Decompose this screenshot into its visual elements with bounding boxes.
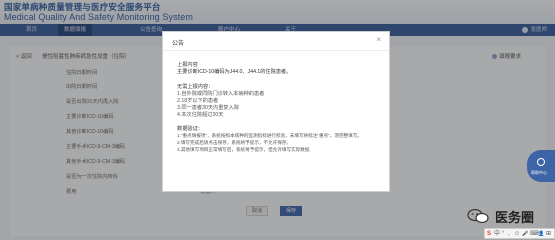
ime-user-icon[interactable]: 👤 (538, 230, 544, 238)
modal-header: 公告 × (163, 32, 389, 51)
help-tab-label: 帮助中心 (531, 170, 547, 175)
ime-voice-icon[interactable]: 🎤 (522, 230, 528, 238)
chat-icon (537, 158, 545, 166)
ime-emoji-icon[interactable]: ☺ (514, 230, 520, 238)
ime-mode-toggle[interactable]: 中 (494, 230, 500, 238)
upload-text: 主要诊断ICD-10编码为J44.0、J44.1的住院患者。 (177, 69, 292, 75)
modal-title: 公告 (172, 41, 185, 47)
ime-toolbar: S 中 ° , ☺ 🎤 ⌨ 👤 ⊞ (484, 228, 555, 239)
watermark-text: 医务圈 (495, 210, 535, 225)
ime-punct-icon[interactable]: , (508, 230, 510, 238)
ime-menu-icon[interactable]: ⊞ (546, 230, 551, 238)
notice-modal: 公告 × 上报内容 主要诊断ICD-10编码为J44.0、J44.1的住院患者。… (162, 31, 390, 192)
no-upload-item: 2.18岁以下的患者 (177, 98, 219, 104)
upload-heading: 上报内容 (177, 62, 198, 68)
data-item: 3.其他填写项目正常填写后，系统将予提示，但允许填写实际数据 (177, 147, 310, 152)
ime-logo-icon[interactable]: S (487, 230, 491, 238)
no-upload-item: 3.同一患者30天内重复入院 (177, 105, 239, 111)
data-item: 2.填写完成后请点击保存，系统将予提示，不允许保存。 (177, 140, 292, 145)
data-item: 1."重点填报项"，系统按照本病种的监测指标进行校验，未填写将标注"重点"，须完… (177, 133, 362, 138)
ime-fullwidth-icon[interactable]: ° (502, 230, 504, 238)
no-upload-item: 4.本次住院超过30天 (177, 112, 224, 118)
data-heading: 数据验证： (177, 126, 203, 132)
help-float-tab[interactable]: 帮助中心 (527, 150, 555, 182)
wechat-icon (467, 209, 489, 223)
no-upload-item: 1.自外院或同院门诊转入本病种的患者 (177, 91, 265, 97)
no-upload-heading: 无需上报内容： (177, 84, 214, 90)
close-icon[interactable]: × (376, 36, 381, 44)
